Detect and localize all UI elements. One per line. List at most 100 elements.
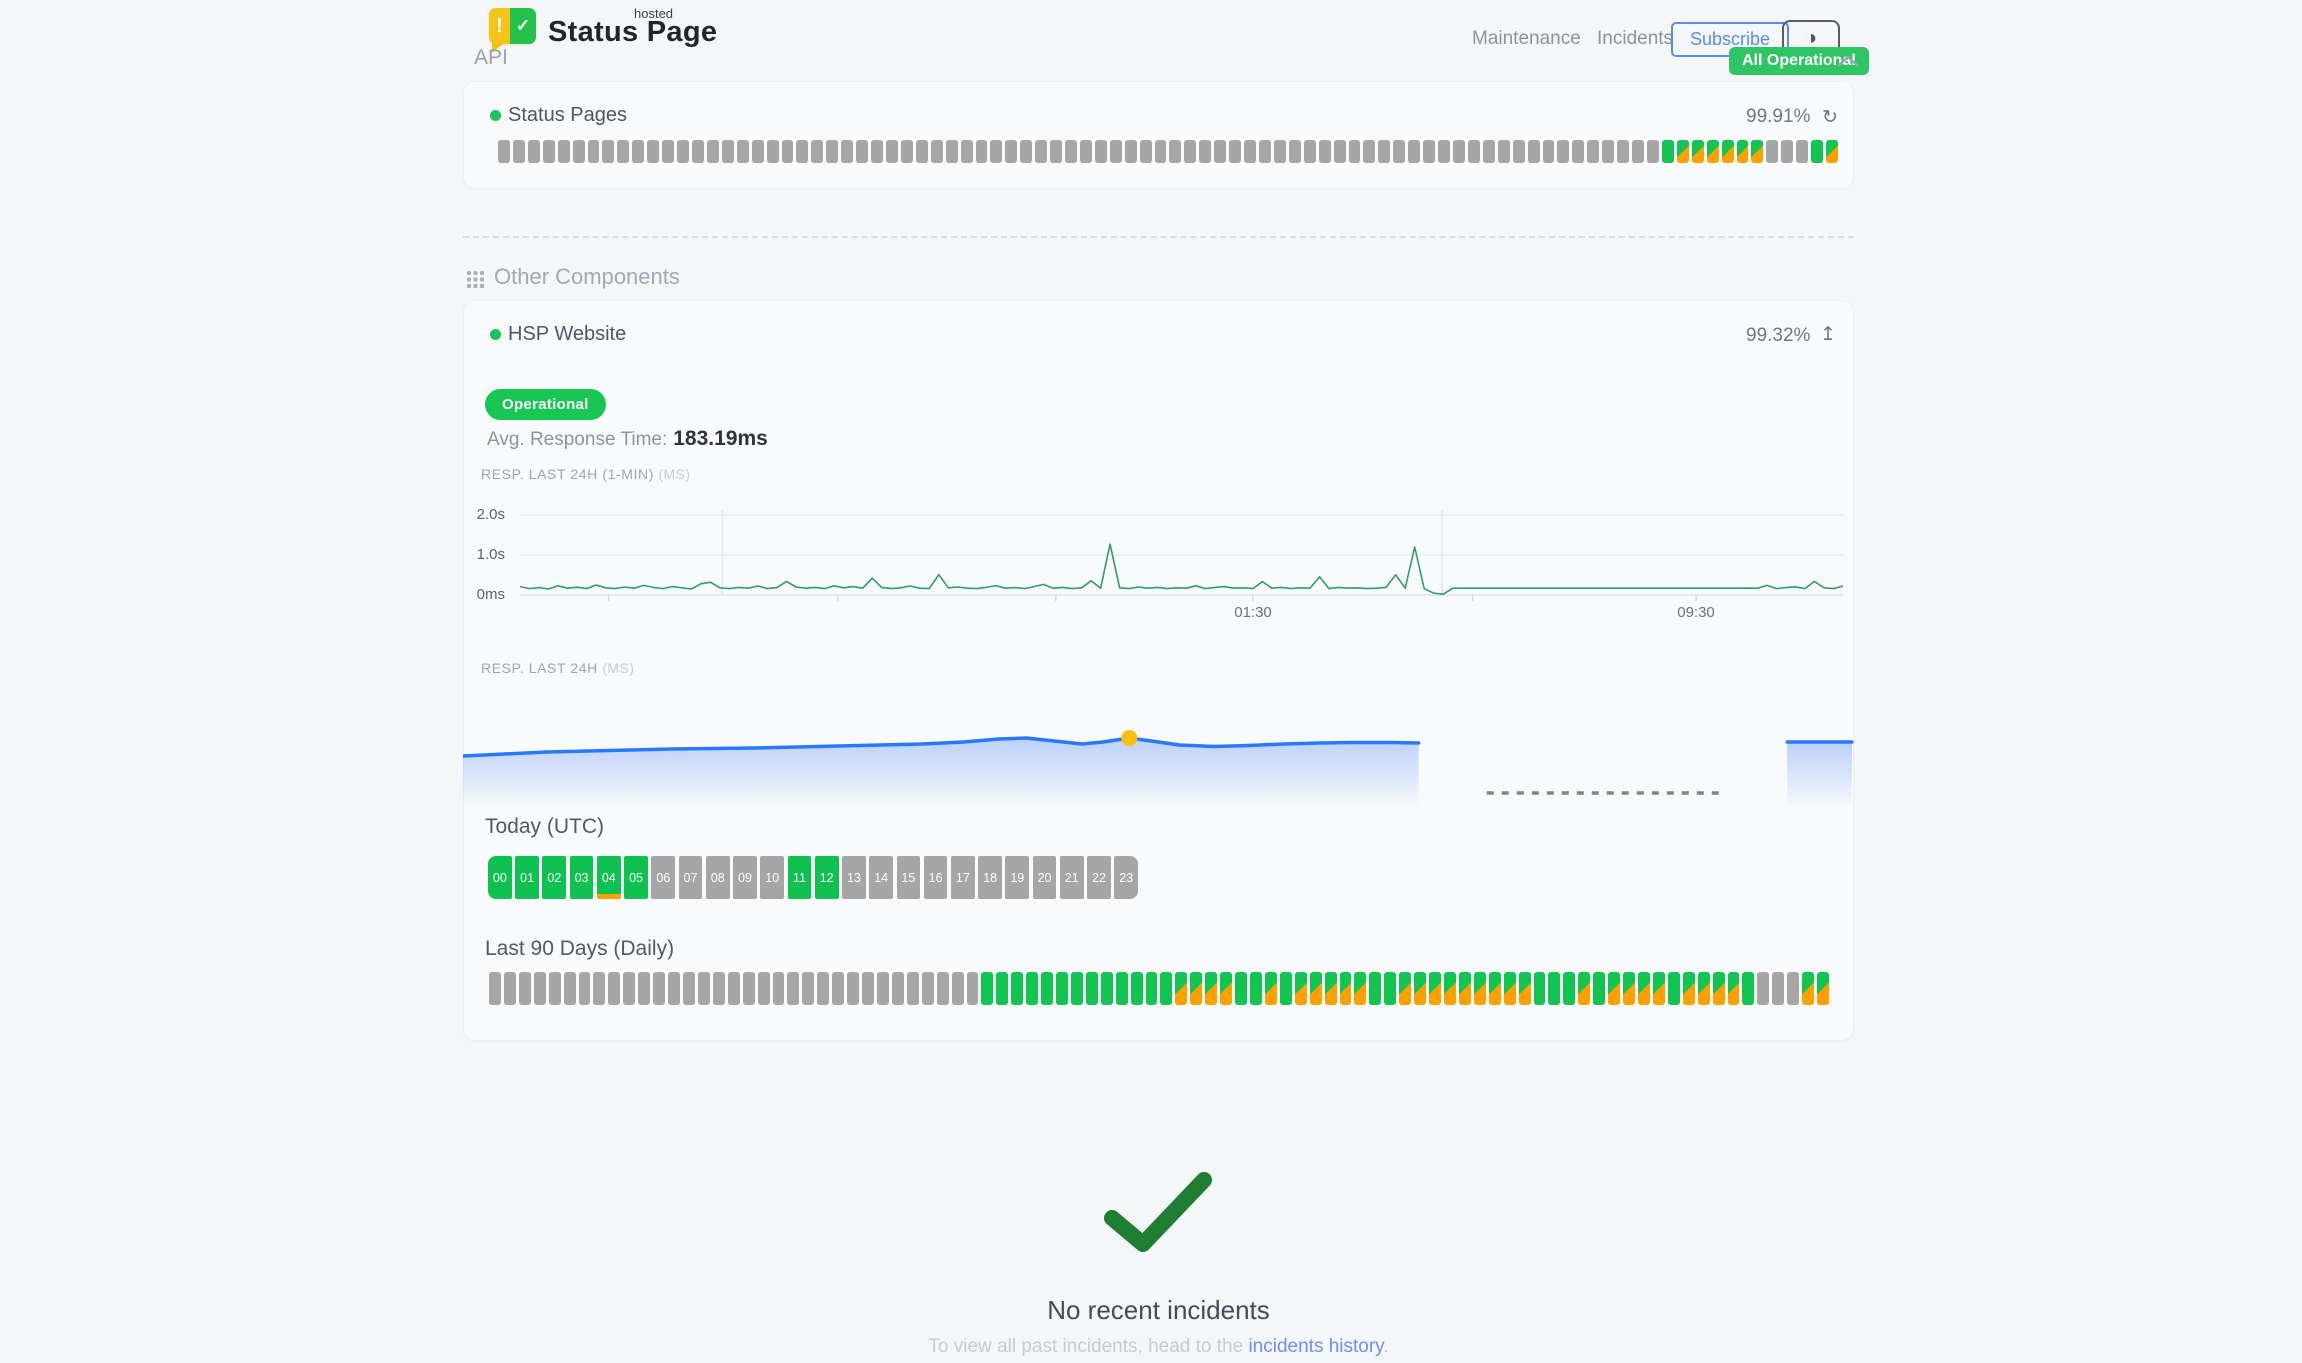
uptime-bar[interactable]: [728, 972, 740, 1005]
refresh-icon[interactable]: ↻: [1822, 106, 1838, 129]
hour-block[interactable]: 16: [924, 856, 948, 899]
uptime-bar[interactable]: [1707, 140, 1719, 163]
hour-block[interactable]: 22: [1087, 856, 1111, 899]
uptime-bar[interactable]: [1742, 972, 1754, 1005]
uptime-bar[interactable]: [1826, 140, 1838, 163]
uptime-bar[interactable]: [1319, 140, 1331, 163]
hour-block[interactable]: 15: [897, 856, 921, 899]
uptime-bar[interactable]: [886, 140, 898, 163]
uptime-bar[interactable]: [1026, 972, 1038, 1005]
uptime-bar[interactable]: [1414, 972, 1426, 1005]
uptime-bar[interactable]: [916, 140, 928, 163]
uptime-bar[interactable]: [811, 140, 823, 163]
uptime-bar[interactable]: [961, 140, 973, 163]
uptime-bar[interactable]: [1354, 972, 1366, 1005]
uptime-bar[interactable]: [1363, 140, 1375, 163]
uptime-bar[interactable]: [1056, 972, 1068, 1005]
uptime-bar[interactable]: [1214, 140, 1226, 163]
uptime-bar[interactable]: [802, 972, 814, 1005]
uptime-bar[interactable]: [1578, 972, 1590, 1005]
uptime-bar[interactable]: [976, 140, 988, 163]
uptime-bar[interactable]: [901, 140, 913, 163]
hour-block[interactable]: 13: [842, 856, 866, 899]
uptime-bar[interactable]: [796, 140, 808, 163]
uptime-bar[interactable]: [990, 140, 1002, 163]
hour-block[interactable]: 23: [1114, 856, 1138, 899]
uptime-bar[interactable]: [662, 140, 674, 163]
uptime-bar[interactable]: [1548, 972, 1560, 1005]
uptime-bar[interactable]: [1519, 972, 1531, 1005]
uptime-bar[interactable]: [1528, 140, 1540, 163]
uptime-bar[interactable]: [1504, 972, 1516, 1005]
uptime-bar[interactable]: [1557, 140, 1569, 163]
hour-block[interactable]: 14: [869, 856, 893, 899]
uptime-bar[interactable]: [588, 140, 600, 163]
hour-block[interactable]: 10: [760, 856, 784, 899]
hour-block[interactable]: 20: [1033, 856, 1057, 899]
uptime-bar[interactable]: [817, 972, 829, 1005]
uptime-bar[interactable]: [1728, 972, 1740, 1005]
uptime-bar[interactable]: [1713, 972, 1725, 1005]
uptime-bar[interactable]: [1483, 140, 1495, 163]
uptime-bar[interactable]: [1802, 972, 1814, 1005]
uptime-bar[interactable]: [967, 972, 979, 1005]
uptime-bar[interactable]: [558, 140, 570, 163]
uptime-bar[interactable]: [564, 972, 576, 1005]
hour-block[interactable]: 03: [570, 856, 594, 899]
uptime-bar[interactable]: [1393, 140, 1405, 163]
uptime-bar[interactable]: [1692, 140, 1704, 163]
hour-block[interactable]: 08: [706, 856, 730, 899]
uptime-bar[interactable]: [647, 140, 659, 163]
uptime-bar[interactable]: [1408, 140, 1420, 163]
uptime-bar[interactable]: [782, 140, 794, 163]
uptime-bar[interactable]: [1602, 140, 1614, 163]
uptime-bar[interactable]: [608, 972, 620, 1005]
uptime-bar[interactable]: [1125, 140, 1137, 163]
uptime-bar[interactable]: [1683, 972, 1695, 1005]
uptime-bar[interactable]: [1378, 140, 1390, 163]
uptime-bar[interactable]: [1265, 972, 1277, 1005]
uptime-bar[interactable]: [1498, 140, 1510, 163]
uptime-bar[interactable]: [1080, 140, 1092, 163]
uptime-bar[interactable]: [1220, 972, 1232, 1005]
uptime-bar[interactable]: [692, 140, 704, 163]
uptime-bar[interactable]: [722, 140, 734, 163]
hour-block[interactable]: 12: [815, 856, 839, 899]
uptime-bar[interactable]: [826, 140, 838, 163]
uptime-bar[interactable]: [1160, 972, 1172, 1005]
uptime-bar[interactable]: [1349, 140, 1361, 163]
hour-block[interactable]: 05: [624, 856, 648, 899]
uptime-bar[interactable]: [737, 140, 749, 163]
uptime-bar[interactable]: [1737, 140, 1749, 163]
uptime-bar[interactable]: [707, 140, 719, 163]
uptime-bar[interactable]: [1766, 140, 1778, 163]
hour-block[interactable]: 19: [1005, 856, 1029, 899]
uptime-bar[interactable]: [602, 140, 614, 163]
uptime-bar[interactable]: [1086, 972, 1098, 1005]
uptime-bar[interactable]: [1184, 140, 1196, 163]
uptime-bar[interactable]: [871, 140, 883, 163]
uptime-bar[interactable]: [1489, 972, 1501, 1005]
uptime-bar[interactable]: [1653, 972, 1665, 1005]
uptime-bar[interactable]: [847, 972, 859, 1005]
uptime-bar[interactable]: [617, 140, 629, 163]
uptime-bar[interactable]: [489, 972, 501, 1005]
uptime-bar[interactable]: [1250, 972, 1262, 1005]
uptime-bar[interactable]: [1698, 972, 1710, 1005]
uptime-bar[interactable]: [1274, 140, 1286, 163]
uptime-bar[interactable]: [668, 972, 680, 1005]
uptime-bar[interactable]: [1041, 972, 1053, 1005]
uptime-bar[interactable]: [1304, 140, 1316, 163]
uptime-bar[interactable]: [534, 972, 546, 1005]
response-line-chart[interactable]: [520, 510, 1843, 615]
uptime-bar[interactable]: [1205, 972, 1217, 1005]
uptime-bar[interactable]: [528, 140, 540, 163]
uptime-bar[interactable]: [543, 140, 555, 163]
uptime-bar[interactable]: [758, 972, 770, 1005]
uptime-bar[interactable]: [1399, 972, 1411, 1005]
collapse-chevron-icon[interactable]: [1836, 54, 1860, 73]
uptime-bar[interactable]: [1787, 972, 1799, 1005]
response-area-chart[interactable]: [463, 688, 1854, 813]
uptime-bar[interactable]: [1593, 972, 1605, 1005]
uptime-bar[interactable]: [1617, 140, 1629, 163]
